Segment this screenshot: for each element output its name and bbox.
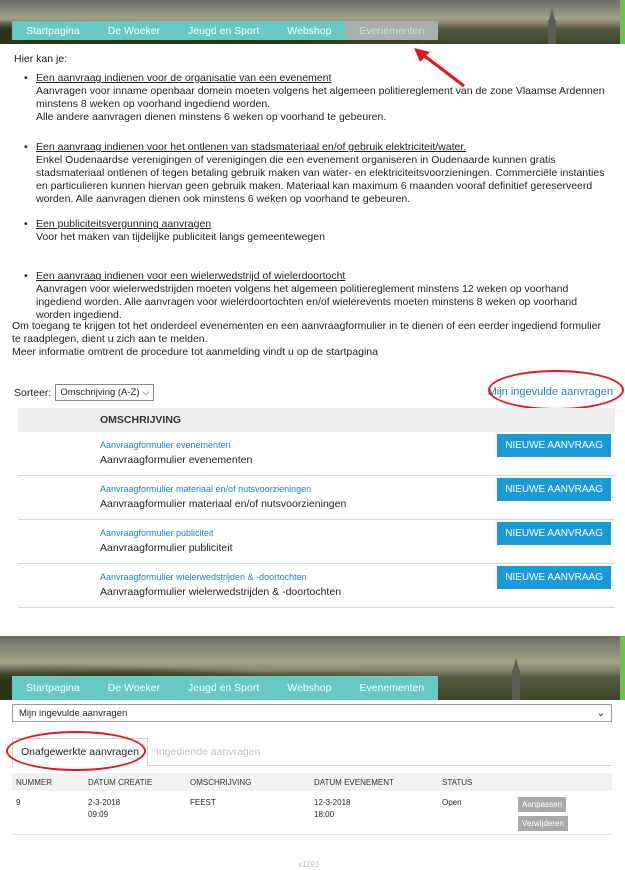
highlight-ellipse [488, 370, 624, 410]
bullet-text: Voor het maken van tijdelijke publicitei… [36, 231, 325, 243]
new-request-button[interactable]: NIEUWE AANVRAAG [497, 566, 611, 589]
list-item: Een aanvraag indienen voor een wielerwed… [24, 270, 609, 322]
banner-tower [512, 658, 520, 700]
new-request-button[interactable]: NIEUWE AANVRAAG [497, 434, 611, 457]
sort-control: Sorteer: Omschrijving (A-Z) ⌵ [14, 384, 155, 401]
requests-table-header: NUMMER DATUM CREATIE OMSCHRIJVING DATUM … [12, 773, 612, 791]
chevron-down-icon: ⌵ [142, 387, 150, 397]
cell-datum-creatie: 2-3-2018 [88, 798, 121, 807]
nav-webshop[interactable]: Webshop [273, 21, 345, 40]
list-item: Een aanvraag indienen voor de organisati… [24, 72, 609, 124]
main-nav: Startpagina De Woeker Jeugd en Sport Web… [12, 21, 439, 40]
col-omschrijving: OMSCHRIJVING [190, 778, 252, 787]
delete-button[interactable]: Verwijderen [518, 816, 568, 831]
cell-omschrijving: FEEST [190, 798, 216, 807]
bullet-text: Aanvragen voor wielerwedstrijden moeten … [36, 283, 578, 321]
col-status: STATUS [442, 778, 473, 787]
nav-de-woeker[interactable]: De Woeker [94, 676, 174, 700]
col-datum-creatie: DATUM CREATIE [88, 778, 153, 787]
col-datum-evenement: DATUM EVENEMENT [314, 778, 394, 787]
new-request-button[interactable]: NIEUWE AANVRAAG [497, 522, 611, 545]
sort-value: Omschrijving (A-Z) [60, 387, 140, 398]
nav-evenementen[interactable]: Evenementen [345, 21, 439, 40]
forms-table: OMSCHRIJVING Aanvraagformulier evenement… [18, 408, 615, 608]
cell-datum-evenement: 12-3-2018 [314, 798, 351, 807]
table-row: Aanvraagformulier evenementen Aanvraagfo… [18, 432, 615, 476]
nav-evenementen[interactable]: Evenementen [345, 676, 438, 700]
main-nav-2: Startpagina De Woeker Jeugd en Sport Web… [12, 676, 439, 700]
list-item: Een publiciteitsvergunning aanvragen Voo… [24, 218, 609, 244]
new-request-button[interactable]: NIEUWE AANVRAAG [497, 478, 611, 501]
highlight-ellipse [6, 731, 146, 771]
table-row: Aanvraagformulier materiaal en/of nutsvo… [18, 476, 615, 520]
banner-tower [548, 8, 556, 44]
bullet-text: Enkel Oudenaardse verenigingen of vereni… [36, 154, 605, 205]
bullet-text: Aanvragen voor inname openbaar domein mo… [36, 85, 605, 123]
nav-startpagina[interactable]: Startpagina [12, 676, 94, 700]
intro-text: Hier kan je: [14, 53, 68, 65]
access-note: Om toegang te krijgen tot het onderdeel … [12, 320, 601, 358]
bullet-link-stadsmateriaal[interactable]: Een aanvraag indienen voor het ontlenen … [36, 141, 466, 153]
column-header-omschrijving: OMSCHRIJVING [18, 408, 615, 432]
table-row: 9 2-3-2018 09:09 FEEST 12-3-2018 18:00 O… [12, 795, 612, 835]
chevron-down-icon: ⌄ [596, 707, 605, 719]
nav-startpagina[interactable]: Startpagina [12, 21, 94, 40]
tab-ingediende[interactable]: Ingediende aanvragen [148, 738, 269, 765]
nav-de-woeker[interactable]: De Woeker [94, 21, 174, 40]
accent-edge [620, 0, 625, 44]
table-row: Aanvraagformulier wielerwedstrijden & -d… [18, 564, 615, 608]
list-item: Een aanvraag indienen voor het ontlenen … [24, 141, 609, 206]
bullet-link-publiciteit[interactable]: Een publiciteitsvergunning aanvragen [36, 218, 211, 230]
view-select[interactable]: Mijn ingevulde aanvragen ⌄ [12, 704, 612, 722]
sort-label: Sorteer: [14, 386, 52, 399]
cell-status: Open [442, 798, 462, 807]
view-select-value: Mijn ingevulde aanvragen [19, 707, 128, 719]
cell-tijd-evenement: 18:00 [314, 810, 335, 819]
cell-nummer: 9 [16, 798, 21, 807]
sort-select[interactable]: Omschrijving (A-Z) ⌵ [55, 384, 155, 401]
version-text: v1191 [298, 860, 320, 869]
nav-jeugd-en-sport[interactable]: Jeugd en Sport [174, 676, 273, 700]
nav-webshop[interactable]: Webshop [273, 676, 345, 700]
edit-button[interactable]: Aanpassen [518, 797, 567, 812]
nav-jeugd-en-sport[interactable]: Jeugd en Sport [174, 21, 273, 40]
table-row: Aanvraagformulier publiciteit Aanvraagfo… [18, 520, 615, 564]
accent-edge [620, 636, 625, 700]
bullet-link-wielerwedstrijd[interactable]: Een aanvraag indienen voor een wielerwed… [36, 270, 345, 282]
bullet-link-evenement[interactable]: Een aanvraag indienen voor de organisati… [36, 72, 331, 84]
col-nummer: NUMMER [16, 778, 52, 787]
cell-tijd-creatie: 09:09 [88, 810, 109, 819]
